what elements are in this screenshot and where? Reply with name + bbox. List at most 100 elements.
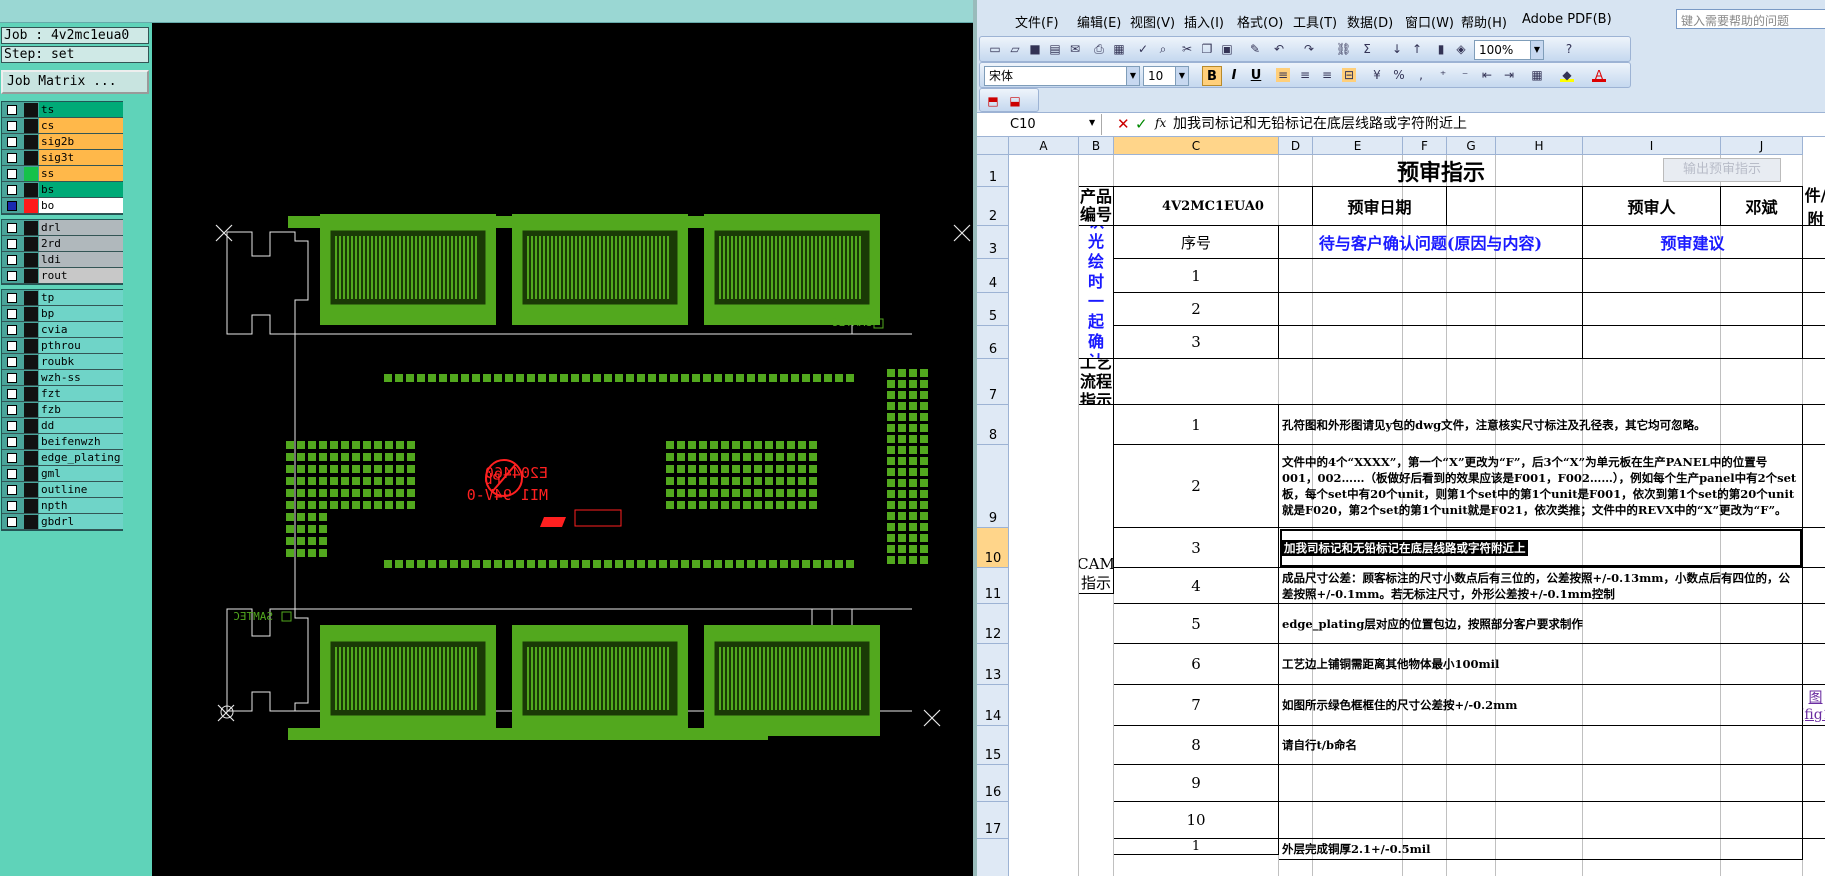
layer-row-ldi[interactable]: ldi [2,252,123,268]
layer-row-bp[interactable]: bp [2,306,123,322]
row-header-4[interactable]: 4 [977,259,1009,293]
confirm-issue-cell[interactable] [1279,326,1583,359]
pdf-convert-icon[interactable]: ⬒ [986,94,1000,108]
cam-seq[interactable]: 3 [1114,528,1279,568]
attachment-cell[interactable] [1803,326,1825,359]
layer-name[interactable]: fzt [39,386,123,401]
cam-instruction-8[interactable]: 请自行t/b命名 [1279,726,1803,765]
cam-instruction-6[interactable]: 工艺边上铺铜需距离其他物体最小100mil [1279,644,1803,685]
layer-color-swatch[interactable] [24,151,38,165]
cam-seq[interactable]: 2 [1114,445,1279,528]
layer-name[interactable]: 2rd [39,236,123,251]
fig-link[interactable]: 图1(fig1)' [1803,685,1825,726]
layer-row-dd[interactable]: dd [2,418,123,434]
layer-color-swatch[interactable] [24,183,38,197]
layer-color-swatch[interactable] [24,103,38,117]
cam-instruction-9[interactable] [1279,765,1803,802]
export-preview-button[interactable]: 输出预审指示 [1663,158,1781,182]
layer-row-npth[interactable]: npth [2,498,123,514]
confirm-seq[interactable]: 3 [1114,326,1279,359]
confirm-seq[interactable]: 2 [1114,293,1279,326]
autosum-icon[interactable]: Σ [1360,42,1374,56]
layer-color-swatch[interactable] [24,499,38,513]
layer-checkbox[interactable] [7,105,17,115]
column-header-H[interactable]: H [1496,137,1583,155]
cam-seq[interactable]: 8 [1114,726,1279,765]
menu-item-8[interactable]: 帮助(H) [1461,12,1507,31]
layer-checkbox[interactable] [7,293,17,303]
row-header-10[interactable]: 10 [977,528,1009,568]
layer-checkbox[interactable] [7,389,17,399]
layer-checkbox[interactable] [7,405,17,415]
confirm-section-label[interactable]: 待确认光绘时一起确认问题 [1079,226,1114,359]
layer-row-sig3t[interactable]: sig3t [2,150,123,166]
column-header-J[interactable]: J [1721,137,1803,155]
layer-row-bo[interactable]: bo [2,198,123,214]
layer-color-swatch[interactable] [24,237,38,251]
layer-row-roubk[interactable]: roubk [2,354,123,370]
layer-color-swatch[interactable] [24,483,38,497]
row-header-14[interactable]: 14 [977,685,1009,726]
layer-checkbox[interactable] [7,271,17,281]
layer-name[interactable]: cvia [39,322,123,337]
layer-color-swatch[interactable] [24,119,38,133]
bold-button[interactable]: B [1202,66,1222,86]
process-cell[interactable] [1114,359,1825,405]
layer-row-tp[interactable]: tp [2,290,123,306]
layer-row-outline[interactable]: outline [2,482,123,498]
new-icon[interactable]: ▭ [988,42,1002,56]
attachment-cell[interactable] [1803,405,1825,445]
row-header-17[interactable]: 17 [977,802,1009,839]
row-header-6[interactable]: 6 [977,326,1009,359]
confirm-seq[interactable]: 1 [1114,259,1279,293]
cam-seq[interactable]: 4 [1114,568,1279,604]
row-header-11[interactable]: 11 [977,568,1009,604]
layer-checkbox[interactable] [7,373,17,383]
increase-decimal-icon[interactable]: ⁺ [1436,68,1450,82]
sort-desc-icon[interactable]: ↑ [1410,42,1424,56]
paste-icon[interactable]: ▣ [1220,42,1234,56]
layer-checkbox[interactable] [7,255,17,265]
layer-color-swatch[interactable] [24,291,38,305]
pdf-email-icon[interactable]: ⬓ [1008,94,1022,108]
name-box[interactable]: C10 [977,114,1102,135]
font-select[interactable]: 宋体 ▼ [984,66,1140,86]
layer-color-swatch[interactable] [24,451,38,465]
cam-section-label[interactable]: CAM 指示 [1079,405,1114,594]
layer-color-swatch[interactable] [24,323,38,337]
layer-name[interactable]: dd [39,418,123,433]
layer-row-2rd[interactable]: 2rd [2,236,123,252]
cam-instruction-1[interactable]: 孔符图和外形图请见y包的dwg文件，注意核实尺寸标注及孔径表，其它均可忽略。 [1279,405,1803,445]
layer-checkbox[interactable] [7,137,17,147]
attachment-cell[interactable] [1803,293,1825,326]
row-header-16[interactable]: 16 [977,765,1009,802]
layer-row-gml[interactable]: gml [2,466,123,482]
layer-checkbox[interactable] [7,453,17,463]
row-header-15[interactable]: 15 [977,726,1009,765]
layer-row-wzh-ss[interactable]: wzh-ss [2,370,123,386]
row-header-12[interactable]: 12 [977,604,1009,644]
zoom-select[interactable]: 100% ▼ [1474,40,1544,60]
open-icon[interactable]: ▱ [1008,42,1022,56]
layer-row-beifenwzh[interactable]: beifenwzh [2,434,123,450]
layer-name[interactable]: ss [39,166,123,181]
align-right-icon[interactable]: ≡ [1320,68,1334,82]
row-header-9[interactable]: 9 [977,445,1009,528]
column-header-I[interactable]: I [1583,137,1721,155]
layer-row-fzb[interactable]: fzb [2,402,123,418]
cam-instruction-2[interactable]: 文件中的4个“XXXX”，第一个“X”更改为“F”，后3个“X”为单元板在生产P… [1279,445,1803,528]
merge-center-icon[interactable]: ⊟ [1342,68,1356,82]
product-no-label[interactable]: 产品 编号 [1079,187,1114,226]
layer-color-swatch[interactable] [24,167,38,181]
layer-row-fzt[interactable]: fzt [2,386,123,402]
layer-name[interactable]: gml [39,466,123,481]
row-header-7[interactable]: 7 [977,359,1009,405]
confirm-issue-cell[interactable] [1279,259,1583,293]
decrease-indent-icon[interactable]: ⇤ [1480,68,1494,82]
help-search-input[interactable]: 键入需要帮助的问题 [1676,9,1825,29]
attachment-cell[interactable] [1803,802,1825,839]
cam-seq[interactable]: 5 [1114,604,1279,644]
pcb-board-view[interactable]: PbE204460MI1 94V-0SAMTECSAMTEC [152,23,973,876]
confirm-suggest-cell[interactable] [1583,293,1803,326]
currency-icon[interactable]: ¥ [1370,68,1384,82]
